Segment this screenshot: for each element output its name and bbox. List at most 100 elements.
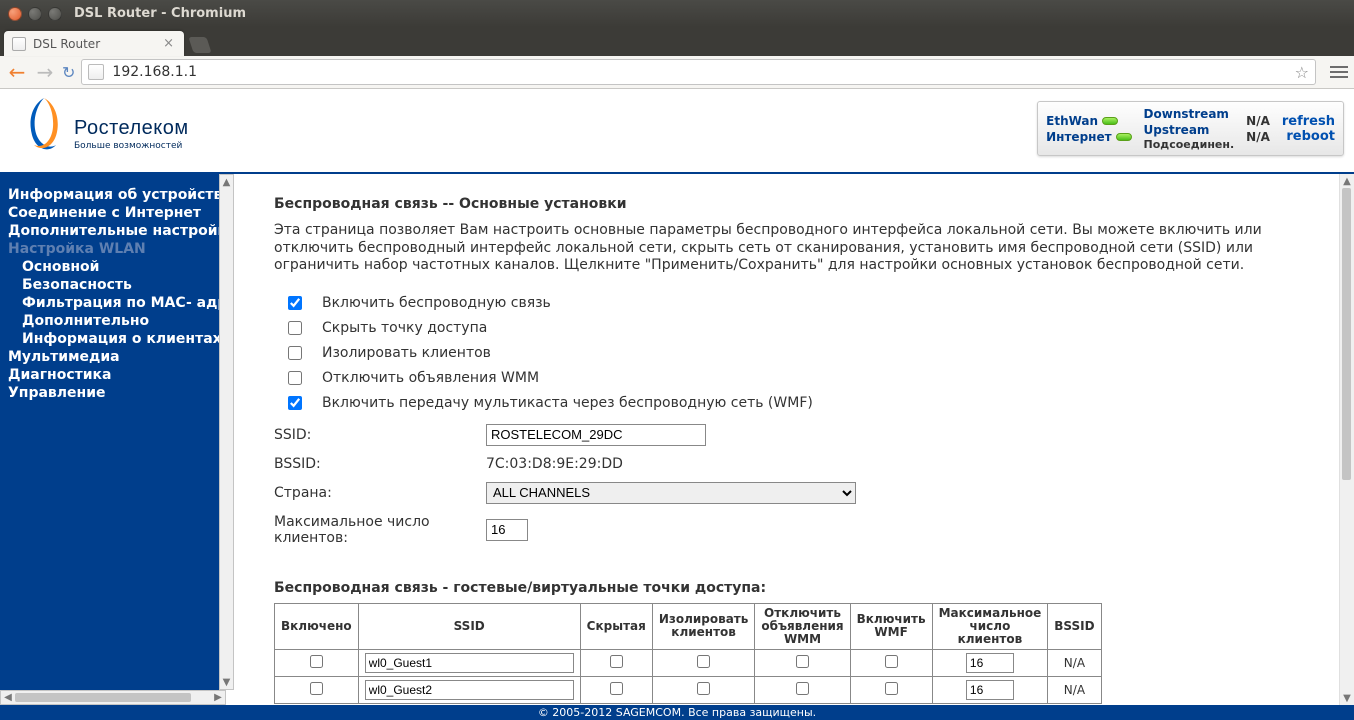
bssid-value: 7C:03:D8:9E:29:DD — [486, 456, 623, 472]
brand-logo: Ростелеком Больше возможностей — [24, 95, 189, 155]
country-label: Страна: — [274, 485, 486, 501]
th-isolate: Изолировать клиентов — [652, 603, 755, 650]
enable-wireless-checkbox[interactable] — [288, 296, 302, 310]
sidebar-item-diagnostics[interactable]: Диагностика — [8, 366, 219, 384]
url-bar[interactable]: 192.168.1.1 ☆ — [81, 59, 1316, 85]
sidebar-item-multimedia[interactable]: Мультимедиа — [8, 348, 219, 366]
status-ethwan-label: EthWan — [1046, 114, 1098, 128]
brand-name: Ростелеком — [74, 117, 189, 140]
sidebar-item-management[interactable]: Управление — [8, 384, 219, 402]
window-close-icon[interactable] — [8, 7, 22, 21]
guest2-ssid-input[interactable] — [365, 680, 574, 700]
max-clients-input[interactable] — [486, 519, 528, 541]
th-wmm: Отключить объявления WMM — [755, 603, 850, 650]
max-clients-label: Максимальное число клиентов: — [274, 514, 486, 546]
scroll-down-icon[interactable]: ▼ — [220, 675, 233, 689]
hide-ap-label: Скрыть точку доступа — [322, 320, 487, 336]
scroll-down-icon[interactable]: ▼ — [1340, 691, 1354, 705]
guest1-hidden-checkbox[interactable] — [610, 655, 623, 668]
back-button[interactable]: ← — [6, 61, 28, 83]
disable-wmm-label: Отключить объявления WMM — [322, 370, 539, 386]
status-connected: Подсоединен. — [1144, 138, 1235, 151]
enable-wmf-checkbox[interactable] — [288, 396, 302, 410]
page-icon — [12, 37, 26, 51]
os-titlebar: DSL Router - Chromium — [0, 0, 1354, 27]
url-text: 192.168.1.1 — [112, 64, 197, 80]
sidebar-container: Информация об устройстве Соединение с Ин… — [0, 174, 234, 705]
sidebar-item-internet[interactable]: Соединение с Интернет — [8, 204, 219, 222]
led-green-icon — [1116, 133, 1132, 141]
th-max: Максимальное число клиентов — [932, 603, 1048, 650]
brand-slogan: Больше возможностей — [74, 141, 189, 151]
guest2-max-input[interactable] — [966, 680, 1014, 700]
page-title: Беспроводная связь -- Основные установки — [274, 196, 1327, 212]
scroll-right-icon[interactable]: ▶ — [211, 691, 225, 704]
status-downstream-value: N/A — [1246, 114, 1270, 128]
disable-wmm-checkbox[interactable] — [288, 371, 302, 385]
site-icon — [88, 64, 104, 80]
chrome-menu-button[interactable] — [1330, 66, 1348, 78]
bssid-label: BSSID: — [274, 456, 486, 472]
guest1-ssid-input[interactable] — [365, 653, 574, 673]
scroll-up-icon[interactable]: ▲ — [220, 175, 233, 189]
guest2-isolate-checkbox[interactable] — [697, 682, 710, 695]
guest2-bssid: N/A — [1048, 677, 1101, 704]
sidebar-item-wlan-advanced[interactable]: Дополнительно — [8, 312, 219, 330]
refresh-link[interactable]: refresh — [1282, 114, 1335, 129]
reboot-link[interactable]: reboot — [1282, 129, 1335, 144]
guest2-hidden-checkbox[interactable] — [610, 682, 623, 695]
sidebar-item-wlan-basic[interactable]: Основной — [8, 258, 219, 276]
status-upstream-value: N/A — [1246, 130, 1270, 144]
sidebar-item-advanced[interactable]: Дополнительные настройки — [8, 222, 219, 240]
page-footer: © 2005-2012 SAGEMCOM. Все права защищены… — [0, 705, 1354, 720]
page-description: Эта страница позволяет Вам настроить осн… — [274, 222, 1327, 275]
page-header: Ростелеком Больше возможностей EthWan Ин… — [0, 89, 1354, 174]
ssid-input[interactable] — [486, 424, 706, 446]
window-maximize-icon[interactable] — [48, 7, 62, 21]
scroll-left-icon[interactable]: ◀ — [1, 691, 15, 704]
ssid-label: SSID: — [274, 427, 486, 443]
guest2-enabled-checkbox[interactable] — [310, 682, 323, 695]
isolate-clients-label: Изолировать клиентов — [322, 345, 491, 361]
guest1-isolate-checkbox[interactable] — [697, 655, 710, 668]
guest1-max-input[interactable] — [966, 653, 1014, 673]
guest1-wmf-checkbox[interactable] — [885, 655, 898, 668]
content: Беспроводная связь -- Основные установки… — [234, 174, 1339, 705]
guest1-enabled-checkbox[interactable] — [310, 655, 323, 668]
reload-button[interactable]: ↻ — [62, 63, 75, 82]
guest-table-row: N/A — [275, 677, 1102, 704]
guest2-wmm-checkbox[interactable] — [796, 682, 809, 695]
guest1-wmm-checkbox[interactable] — [796, 655, 809, 668]
enable-wireless-label: Включить беспроводную связь — [322, 295, 551, 311]
new-tab-button[interactable] — [188, 37, 211, 53]
scroll-up-icon[interactable]: ▲ — [1340, 174, 1354, 188]
guest2-wmf-checkbox[interactable] — [885, 682, 898, 695]
tab-close-icon[interactable]: × — [161, 36, 176, 51]
scrollbar-thumb[interactable] — [15, 693, 191, 702]
sidebar-item-wlan-clients[interactable]: Информация о клиентах WiFi — [8, 330, 219, 348]
page: Ростелеком Больше возможностей EthWan Ин… — [0, 89, 1354, 720]
sidebar-scrollbar-horizontal[interactable]: ◀ ▶ — [0, 690, 226, 705]
window-minimize-icon[interactable] — [28, 7, 42, 21]
guest-table-row: N/A — [275, 650, 1102, 677]
hide-ap-checkbox[interactable] — [288, 321, 302, 335]
sidebar-scrollbar-vertical[interactable]: ▲ ▼ — [219, 174, 234, 690]
sidebar-item-wlan-security[interactable]: Безопасность — [8, 276, 219, 294]
guest-table-header-row: Включено SSID Скрытая Изолировать клиент… — [275, 603, 1102, 650]
sidebar-item-wlan-macfilter[interactable]: Фильтрация по MAC- адресам — [8, 294, 219, 312]
sidebar-item-device-info[interactable]: Информация об устройстве — [8, 186, 219, 204]
content-scrollbar-vertical[interactable]: ▲ ▼ — [1339, 174, 1354, 705]
th-enabled: Включено — [275, 603, 359, 650]
forward-button: → — [34, 61, 56, 83]
guest-table: Включено SSID Скрытая Изолировать клиент… — [274, 603, 1102, 705]
content-container: Беспроводная связь -- Основные установки… — [234, 174, 1354, 705]
country-select[interactable]: ALL CHANNELS — [486, 482, 856, 504]
guest1-bssid: N/A — [1048, 650, 1101, 677]
scrollbar-thumb[interactable] — [1342, 188, 1351, 480]
bookmark-star-icon[interactable]: ☆ — [1295, 63, 1309, 82]
window-title: DSL Router - Chromium — [74, 6, 246, 21]
isolate-clients-checkbox[interactable] — [288, 346, 302, 360]
browser-tab[interactable]: DSL Router × — [4, 31, 184, 56]
sidebar: Информация об устройстве Соединение с Ин… — [0, 174, 219, 690]
status-internet-label: Интернет — [1046, 130, 1111, 144]
